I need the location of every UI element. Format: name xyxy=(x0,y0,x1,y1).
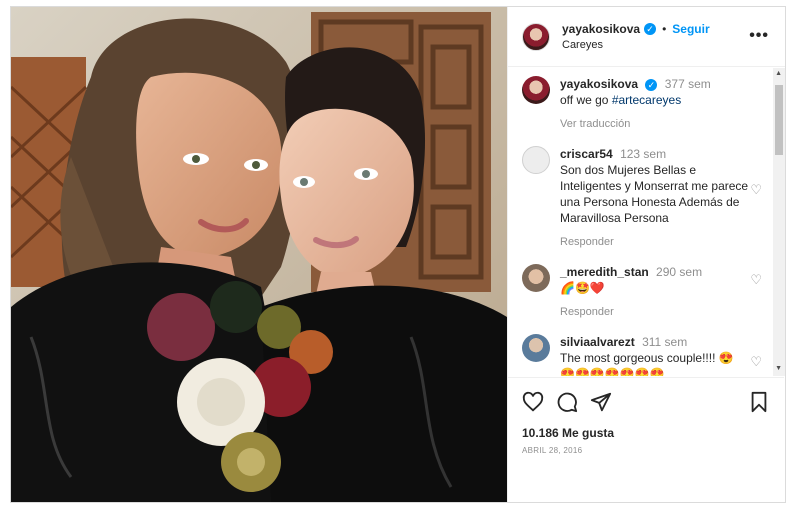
follow-button[interactable]: Seguir xyxy=(672,22,709,36)
comment-username[interactable]: silviaalvarezt xyxy=(560,335,635,349)
post-header: yayakosikova ✓ • Seguir Careyes ••• xyxy=(508,7,785,67)
comment-time[interactable]: 311 sem xyxy=(642,335,687,349)
verified-badge-icon: ✓ xyxy=(644,23,657,35)
comment-time[interactable]: 123 sem xyxy=(620,147,666,161)
author-avatar[interactable] xyxy=(522,22,550,51)
caption-username[interactable]: yayakosikova xyxy=(560,77,638,91)
comment-username[interactable]: _meredith_stan xyxy=(560,265,649,279)
share-send-icon[interactable] xyxy=(590,391,612,413)
comment-item: criscar54 123 sem Son dos Mujeres Bellas… xyxy=(522,146,770,250)
caption-time[interactable]: 377 sem xyxy=(665,77,711,91)
caption-text: off we go xyxy=(560,93,609,107)
verified-badge-icon: ✓ xyxy=(645,79,658,91)
caption-hashtag[interactable]: #artecareyes xyxy=(612,93,681,107)
post-actions: 10.186 Me gusta Abril 28, 2016 xyxy=(508,377,784,455)
reply-button[interactable]: Responder xyxy=(560,304,750,320)
save-bookmark-icon[interactable] xyxy=(748,391,770,413)
comment-text: 🌈🤩❤️ xyxy=(560,281,605,295)
post-side-panel: yayakosikova ✓ • Seguir Careyes ••• yaya… xyxy=(507,7,785,502)
scroll-down-arrow-icon[interactable]: ▼ xyxy=(775,365,782,372)
caption-avatar[interactable] xyxy=(522,76,550,104)
reply-button[interactable]: Responder xyxy=(560,234,750,250)
comment-item: _meredith_stan 290 sem 🌈🤩❤️ Responder ♡ xyxy=(522,264,770,320)
comments-list[interactable]: yayakosikova ✓ 377 sem off we go #arteca… xyxy=(508,68,784,376)
caption-item: yayakosikova ✓ 377 sem off we go #arteca… xyxy=(522,76,770,132)
comment-text: Son dos Mujeres Bellas e Inteligentes y … xyxy=(560,163,749,225)
instagram-post-modal: yayakosikova ✓ • Seguir Careyes ••• yaya… xyxy=(10,6,786,503)
scroll-up-arrow-icon[interactable]: ▲ xyxy=(775,70,782,77)
comment-time[interactable]: 290 sem xyxy=(656,265,702,279)
post-date[interactable]: Abril 28, 2016 xyxy=(522,446,770,455)
like-comment-heart-icon[interactable]: ♡ xyxy=(750,354,762,370)
like-comment-heart-icon[interactable]: ♡ xyxy=(750,272,762,288)
scrollbar-thumb[interactable] xyxy=(775,85,783,155)
comment-username[interactable]: criscar54 xyxy=(560,147,613,161)
post-location[interactable]: Careyes xyxy=(562,39,710,51)
comment-avatar[interactable] xyxy=(522,334,550,362)
comment-avatar[interactable] xyxy=(522,146,550,174)
author-info: yayakosikova ✓ • Seguir Careyes xyxy=(562,22,710,51)
post-photo[interactable] xyxy=(11,7,507,502)
like-comment-heart-icon[interactable]: ♡ xyxy=(750,182,762,198)
comment-bubble-icon[interactable] xyxy=(556,391,578,413)
likes-count[interactable]: 10.186 Me gusta xyxy=(522,426,770,440)
separator-dot: • xyxy=(662,22,667,36)
author-username[interactable]: yayakosikova xyxy=(562,22,640,36)
comment-text: The most gorgeous couple!!!! 😍 😍😍😍😍😍😍😍 xyxy=(560,351,734,376)
like-heart-icon[interactable] xyxy=(522,391,544,413)
translate-link[interactable]: Ver traducción xyxy=(560,116,750,132)
more-options-icon[interactable]: ••• xyxy=(749,27,769,45)
comment-avatar[interactable] xyxy=(522,264,550,292)
post-photo-image xyxy=(11,7,507,502)
comment-item: silviaalvarezt 311 sem The most gorgeous… xyxy=(522,334,770,376)
